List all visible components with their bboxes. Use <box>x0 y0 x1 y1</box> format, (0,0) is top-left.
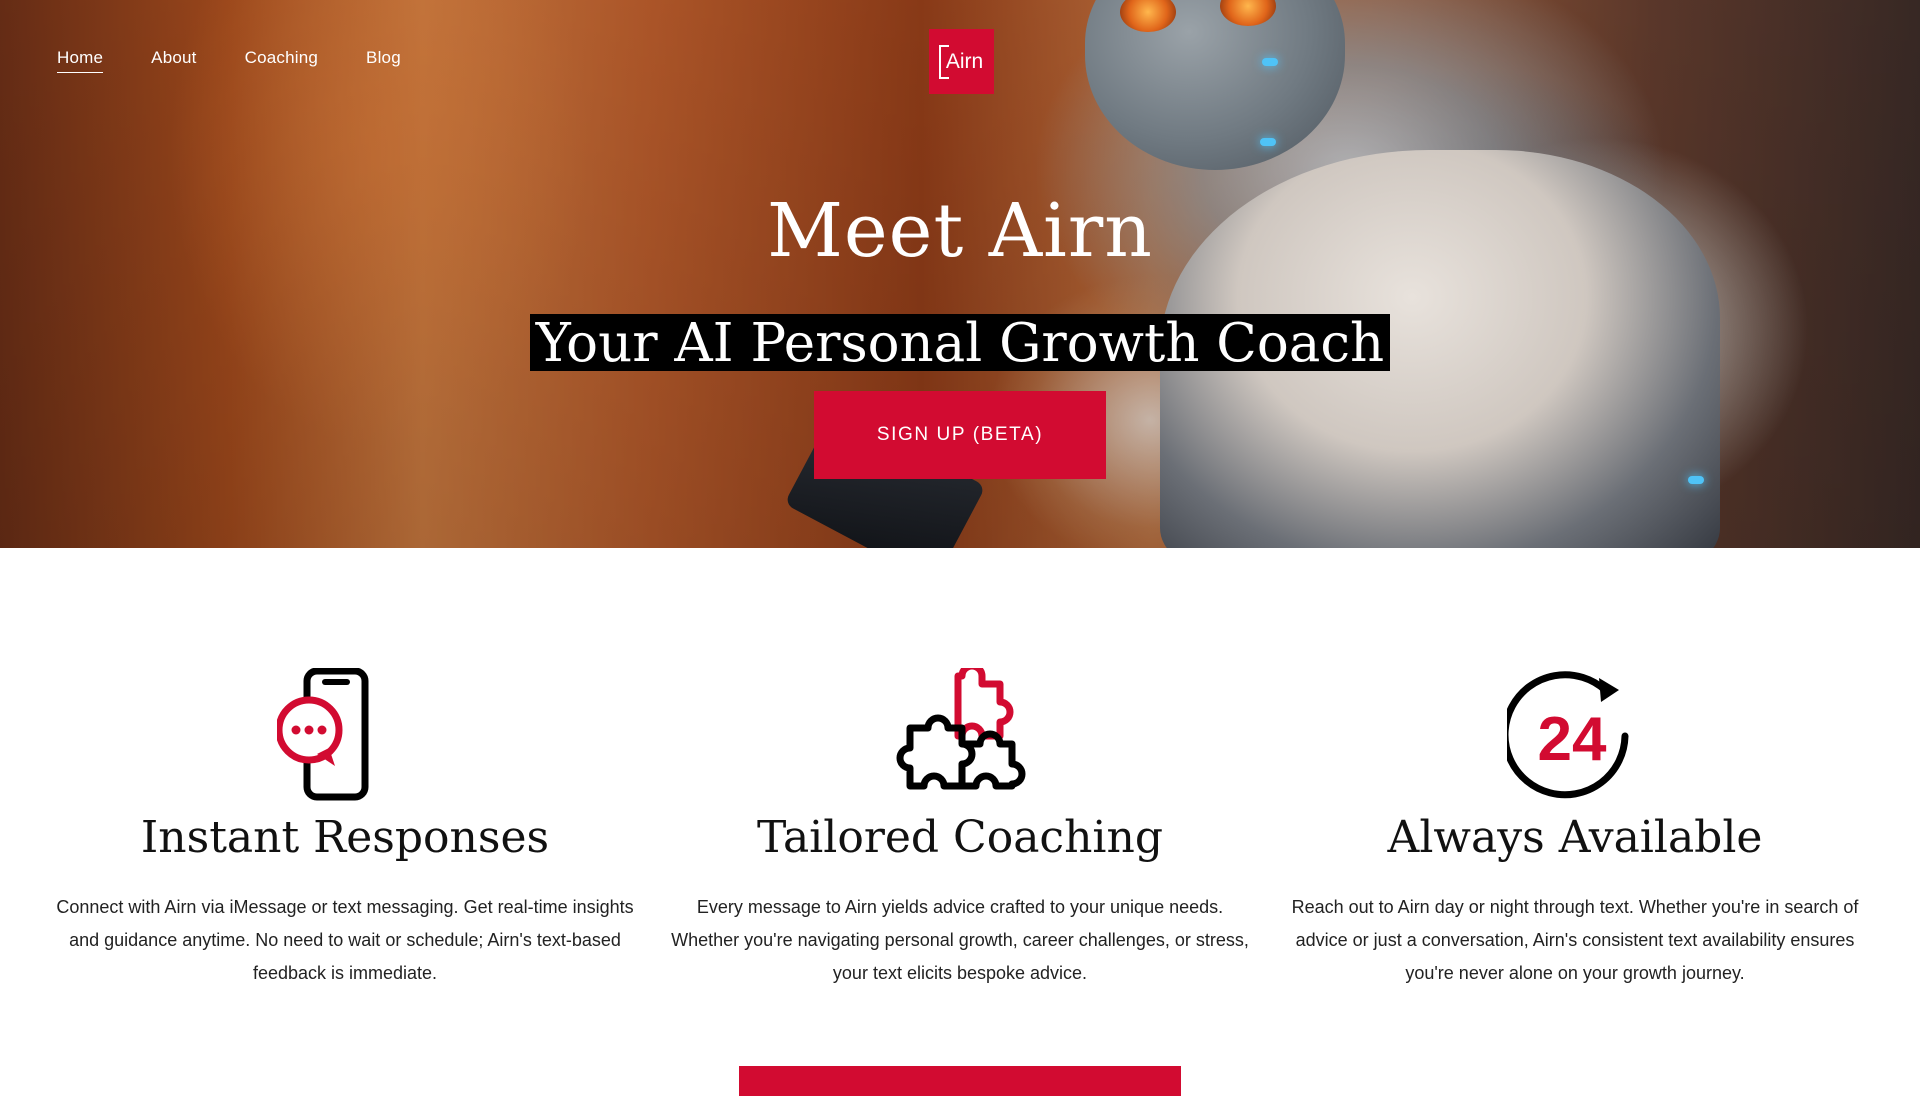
nav-item-blog[interactable]: Blog <box>366 48 401 73</box>
puzzle-icon <box>660 668 1260 804</box>
secondary-cta-button[interactable] <box>739 1066 1181 1096</box>
site-logo[interactable]: Airn <box>929 29 994 94</box>
phone-chat-icon <box>45 668 645 804</box>
hero-robot-head <box>1085 0 1345 170</box>
robot-light <box>1688 476 1704 484</box>
feature-always-available: 24 Always Available Reach out to Airn da… <box>1275 668 1875 990</box>
svg-text:24: 24 <box>1538 705 1607 774</box>
robot-light <box>1262 58 1278 66</box>
sign-up-button[interactable]: SIGN UP (BETA) <box>814 391 1106 479</box>
hero-subtitle-wrap: Your AI Personal Growth Coach <box>0 314 1920 371</box>
nav-item-about[interactable]: About <box>151 48 196 73</box>
feature-description: Connect with Airn via iMessage or text m… <box>56 897 634 983</box>
hero-section: Home About Coaching Blog Airn Meet Airn … <box>0 0 1920 548</box>
feature-instant-responses: Instant Responses Connect with Airn via … <box>45 668 645 990</box>
feature-description: Reach out to Airn day or night through t… <box>1291 897 1859 983</box>
logo-text: Airn <box>945 49 984 73</box>
feature-title: Instant Responses <box>140 812 550 863</box>
logo-bracket-icon: Airn <box>938 44 985 79</box>
main-nav: Home About Coaching Blog <box>57 48 401 73</box>
hero-title: Meet Airn <box>767 188 1153 274</box>
nav-item-home[interactable]: Home <box>57 48 104 73</box>
feature-description: Every message to Airn yields advice craf… <box>671 897 1249 983</box>
feature-title: Always Available <box>1387 812 1763 863</box>
nav-item-coaching[interactable]: Coaching <box>245 48 318 73</box>
hero-subtitle: Your AI Personal Growth Coach <box>529 314 1391 371</box>
24-hours-icon: 24 <box>1275 668 1875 804</box>
feature-title: Tailored Coaching <box>757 812 1163 863</box>
features-section: Instant Responses Connect with Airn via … <box>0 668 1920 990</box>
robot-light <box>1260 138 1276 146</box>
feature-tailored-coaching: Tailored Coaching Every message to Airn … <box>660 668 1260 990</box>
